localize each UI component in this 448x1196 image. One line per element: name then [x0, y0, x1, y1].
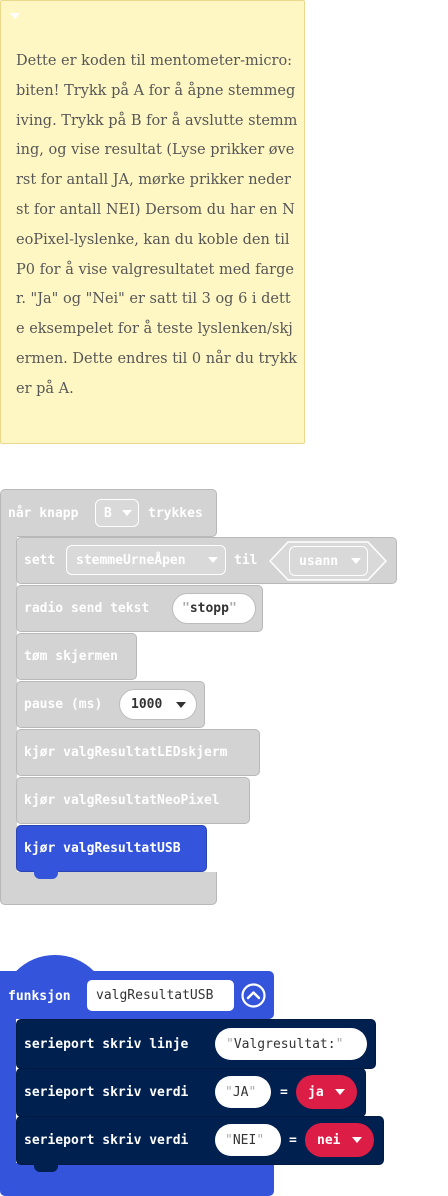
collapse-up-icon[interactable]	[240, 982, 267, 1009]
button-dropdown[interactable]: B	[95, 499, 139, 527]
quote-close: "	[256, 1132, 265, 1148]
set-label: sett	[24, 552, 56, 568]
dropdown-arrow-icon	[351, 558, 361, 564]
nei-key: NEI	[232, 1132, 257, 1148]
dropdown-arrow-icon	[208, 557, 218, 563]
event-block-spine	[0, 530, 17, 878]
dropdown-arrow-icon	[176, 702, 186, 708]
call2-label: kjør valgResultatNeoPixel	[24, 792, 220, 808]
quote-open: "	[182, 601, 190, 616]
equals-sign-2: =	[289, 1132, 297, 1148]
quote-open: "	[226, 1036, 234, 1052]
quote-open: "	[225, 1132, 233, 1148]
quote-open: "	[225, 1084, 233, 1100]
quote-close: "	[228, 601, 237, 616]
serial-value-label: serieport skriv verdi	[24, 1084, 189, 1100]
dropdown-arrow-icon	[335, 1089, 345, 1095]
serial-line-label: serieport skriv linje	[24, 1036, 189, 1052]
quote-close: "	[248, 1084, 257, 1100]
event-label-suffix: trykkes	[148, 505, 203, 521]
event-block-footer	[0, 872, 217, 905]
variable-dropdown[interactable]: stemmeUrneÅpen	[66, 545, 226, 575]
chevron-down-icon[interactable]	[8, 11, 22, 21]
set-value: usann	[299, 553, 339, 569]
nei-variable-dropdown[interactable]: nei	[305, 1123, 374, 1157]
boolean-dropdown[interactable]: usann	[289, 546, 368, 576]
ja-variable: ja	[308, 1084, 324, 1100]
clear-label: tøm skjermen	[24, 648, 118, 664]
set-variable-name: stemmeUrneÅpen	[76, 552, 186, 568]
nei-text-field[interactable]: " NEI "	[215, 1124, 281, 1156]
set-to-label: til	[234, 552, 258, 568]
ja-variable-dropdown[interactable]: ja	[296, 1075, 357, 1109]
dropdown-arrow-icon	[122, 510, 132, 516]
pause-label: pause (ms)	[24, 696, 103, 712]
serial-block-notch	[34, 1164, 58, 1172]
function-name-field[interactable]: valgResultatUSB	[87, 980, 234, 1011]
equals-sign: =	[280, 1084, 288, 1100]
quote-close: "	[335, 1036, 344, 1052]
pause-value: 1000	[131, 697, 163, 712]
call3-label: kjør valgResultatUSB	[24, 840, 181, 856]
pause-dropdown[interactable]: 1000	[119, 689, 197, 720]
call1-label: kjør valgResultatLEDskjerm	[24, 744, 228, 760]
event-label-prefix: når knapp	[8, 505, 79, 521]
function-name: valgResultatUSB	[96, 988, 214, 1003]
serial-line-value: Valgresultat:	[233, 1036, 336, 1052]
ja-key: JA	[232, 1084, 249, 1100]
dropdown-arrow-icon	[352, 1137, 362, 1143]
radio-label: radio send tekst	[24, 600, 150, 616]
serial-value-label-2: serieport skriv verdi	[24, 1132, 189, 1148]
call-usb-notch	[34, 871, 58, 879]
comment-text[interactable]: Dette er koden til mentometer-micro:bite…	[16, 47, 298, 405]
button-value: B	[104, 505, 112, 521]
nei-variable: nei	[317, 1132, 341, 1148]
radio-text-field[interactable]: " stopp "	[172, 593, 256, 624]
function-spine	[0, 1015, 16, 1175]
function-label: funksjon	[8, 988, 71, 1004]
comment-note[interactable]: Dette er koden til mentometer-micro:bite…	[0, 0, 305, 444]
radio-value: stopp	[189, 601, 229, 616]
serial-line-text-field[interactable]: " Valgresultat: "	[215, 1028, 367, 1060]
ja-text-field[interactable]: " JA "	[215, 1076, 271, 1108]
